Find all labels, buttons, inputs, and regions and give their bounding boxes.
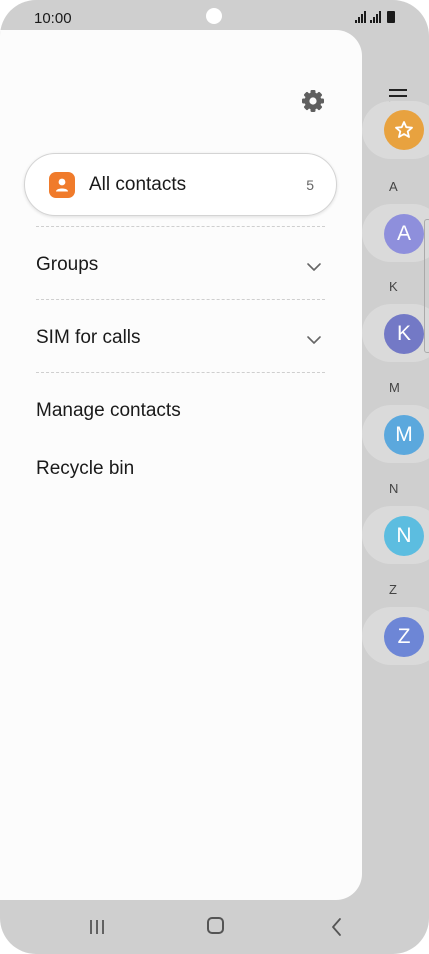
all-contacts-button[interactable]: All contacts 5 — [24, 153, 337, 216]
avatar: K — [384, 314, 424, 354]
menu-item-manage-contacts[interactable]: Manage contacts — [36, 400, 181, 422]
favorite-star-icon — [384, 110, 424, 150]
cell-signal-icon — [370, 11, 381, 23]
index-letter: N — [389, 481, 399, 496]
all-contacts-label: All contacts — [89, 174, 187, 195]
avatar: A — [384, 214, 424, 254]
menu-item-recycle-bin[interactable]: Recycle bin — [36, 458, 134, 480]
index-letter: M — [389, 380, 400, 395]
recent-apps-icon[interactable] — [88, 918, 106, 936]
home-icon[interactable] — [207, 917, 224, 934]
avatar: M — [384, 415, 424, 455]
avatar: Z — [384, 617, 424, 657]
divider — [36, 226, 325, 227]
battery-icon — [387, 11, 395, 23]
scrollbar[interactable] — [424, 219, 429, 353]
back-icon[interactable] — [330, 917, 342, 937]
navigation-drawer: All contacts 5 Groups SIM for calls Mana… — [0, 30, 362, 900]
system-navigation-bar — [0, 900, 429, 954]
menu-item-sim-for-calls[interactable]: SIM for calls — [36, 327, 141, 349]
divider — [36, 299, 325, 300]
wifi-signal-icon — [355, 11, 366, 23]
status-icons — [355, 11, 395, 23]
avatar: N — [384, 516, 424, 556]
chevron-down-icon[interactable] — [306, 259, 322, 271]
index-letter: Z — [389, 582, 397, 597]
phone-screen: 10:00 A A K K M M N N Z Z All contacts 5… — [0, 0, 429, 954]
menu-item-groups[interactable]: Groups — [36, 254, 98, 276]
settings-gear-icon[interactable] — [299, 87, 327, 115]
index-letter: K — [389, 279, 398, 294]
contacts-person-icon — [49, 172, 75, 198]
status-time: 10:00 — [34, 10, 72, 27]
front-camera — [206, 8, 222, 24]
divider — [36, 372, 325, 373]
index-letter: A — [389, 179, 398, 194]
contacts-count-badge: 5 — [306, 177, 314, 193]
chevron-down-icon[interactable] — [306, 332, 322, 344]
